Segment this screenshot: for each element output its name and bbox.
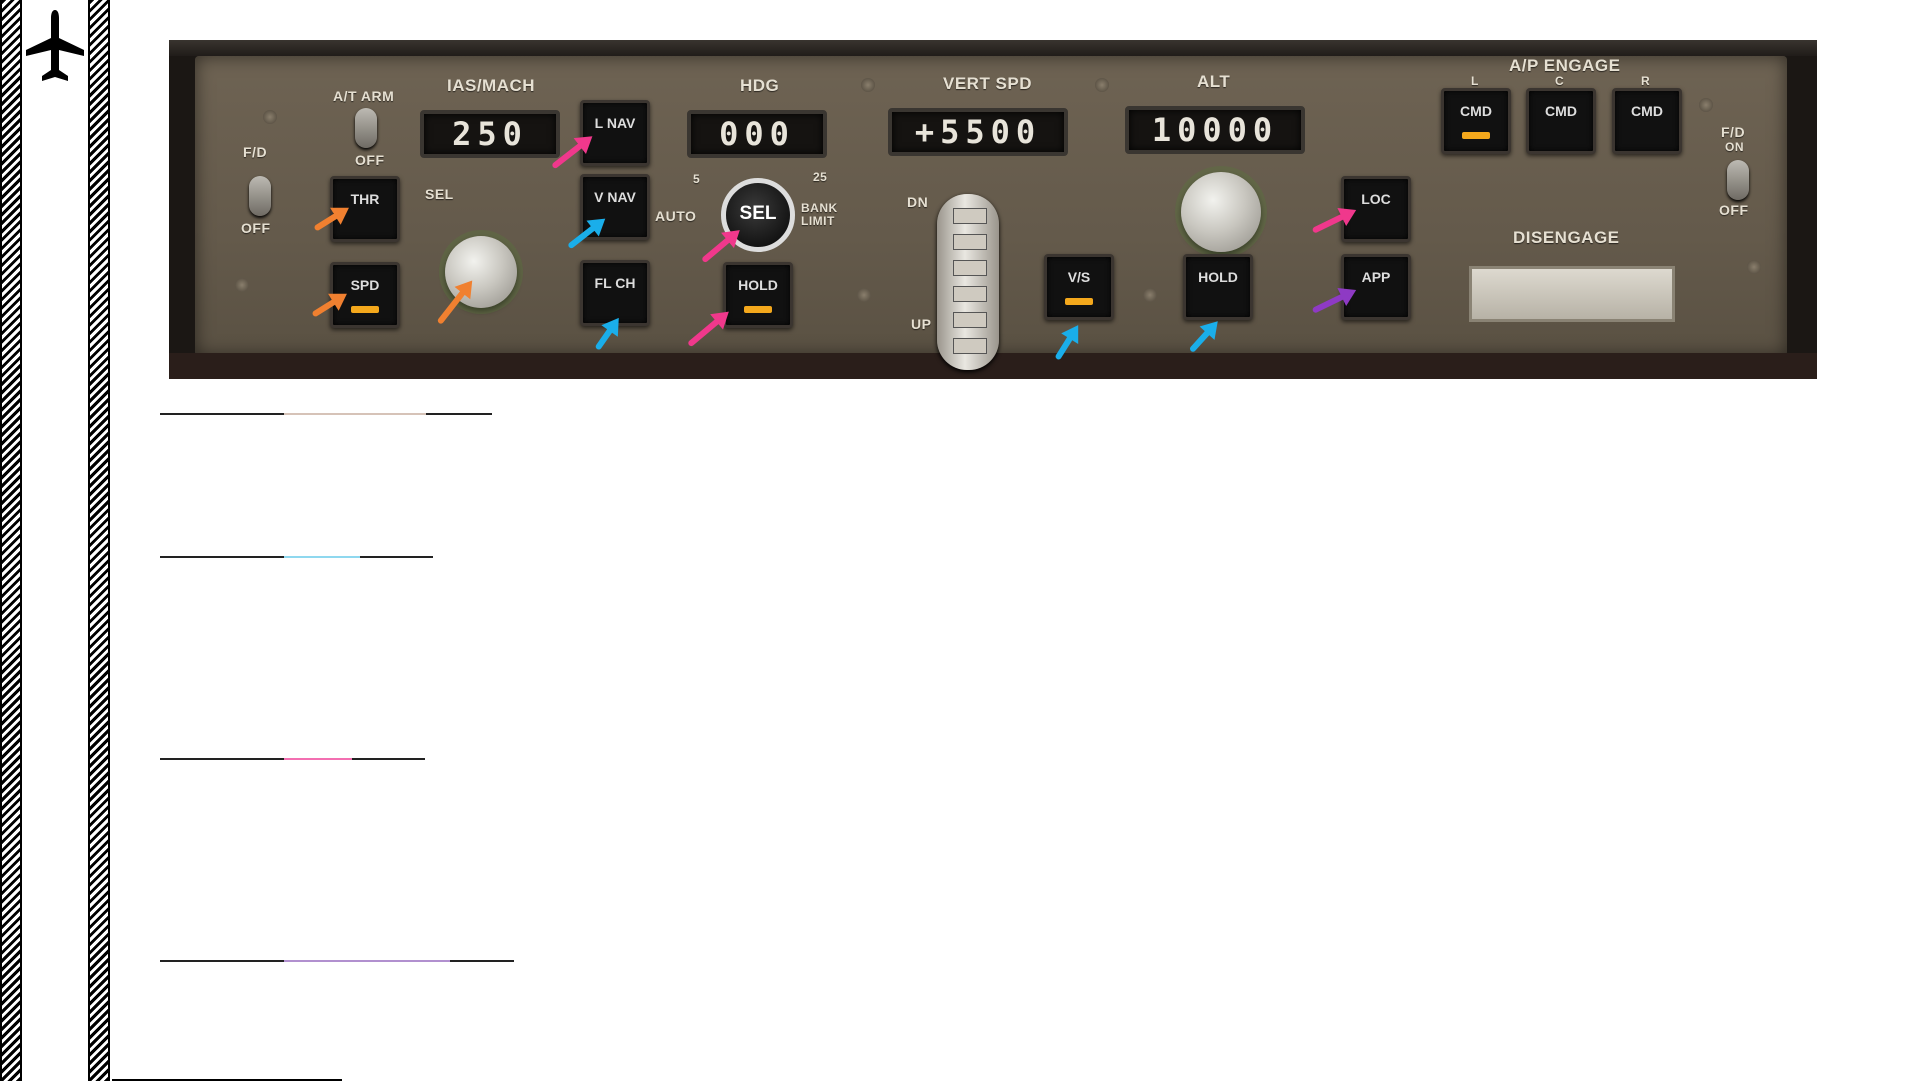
section-rule-pink	[160, 758, 425, 760]
screw	[857, 288, 871, 302]
fd-left-switch[interactable]	[249, 176, 271, 216]
airplane-icon	[26, 10, 84, 81]
vert-spd-label: VERT SPD	[943, 74, 1033, 93]
cmd-l-annunciator	[1462, 132, 1490, 139]
right-rail-stripe	[88, 0, 110, 1081]
ias-display: 250	[420, 110, 560, 158]
mcp-panel-image: F/D OFF A/T ARM OFF THR SPD IAS/MACH 250…	[169, 40, 1817, 379]
hdg-label: HDG	[740, 76, 780, 95]
hdg-display: 000	[687, 110, 827, 158]
fd-right-switch[interactable]	[1727, 160, 1749, 200]
vs-thumbwheel[interactable]	[937, 194, 999, 370]
cmd-c-button[interactable]: CMD	[1526, 88, 1596, 154]
screw	[1699, 98, 1713, 112]
fd-left-off-label: OFF	[241, 220, 271, 236]
spd-annunciator	[351, 306, 379, 313]
at-arm-switch[interactable]	[355, 108, 377, 148]
section-rule-blue	[160, 556, 433, 558]
hdg-hold-annunciator	[744, 306, 772, 313]
bank-25-label: 25	[813, 170, 828, 184]
fd-right-on-label: ON	[1725, 140, 1744, 154]
fd-right-off-label: OFF	[1719, 202, 1749, 218]
alt-display: 10000	[1125, 106, 1305, 154]
disengage-label: DISENGAGE	[1513, 228, 1620, 247]
screw	[1747, 260, 1761, 274]
screw	[235, 278, 249, 292]
vs-annunciator	[1065, 298, 1093, 305]
vs-dn-label: DN	[907, 194, 929, 210]
vs-button-label: V/S	[1067, 269, 1091, 285]
at-off-label: OFF	[355, 152, 385, 168]
ias-mach-label: IAS/MACH	[447, 76, 536, 95]
cmd-l-label: CMD	[1460, 103, 1492, 119]
spd-button-label: SPD	[350, 277, 380, 293]
at-arm-label: A/T ARM	[333, 88, 395, 104]
section-rule-orange	[160, 413, 492, 415]
cmd-r-button[interactable]: CMD	[1612, 88, 1682, 154]
bank-limit-label: BANK LIMIT	[801, 201, 838, 228]
cmd-l-button[interactable]: CMD	[1441, 88, 1511, 154]
ap-l-label: L	[1471, 74, 1479, 88]
alt-label: ALT	[1197, 72, 1231, 91]
screw	[263, 110, 277, 124]
panel-top-bezel	[169, 40, 1817, 56]
bank-5-label: 5	[693, 172, 701, 186]
alt-hold-button[interactable]: HOLD	[1183, 254, 1253, 320]
ap-disengage-bar[interactable]	[1469, 266, 1675, 322]
fd-right-label: F/D	[1721, 124, 1746, 140]
hdg-hold-label: HOLD	[738, 277, 778, 293]
alt-knob[interactable]	[1181, 172, 1261, 252]
ias-sel-label: SEL	[425, 186, 454, 202]
bank-auto-label: AUTO	[655, 208, 697, 224]
vert-spd-display: +5500	[888, 108, 1068, 156]
screw	[1095, 78, 1109, 92]
ap-engage-label: A/P ENGAGE	[1509, 56, 1621, 75]
left-rail-stripe	[0, 0, 22, 1081]
section-rule-purple	[160, 960, 514, 962]
fd-left-label: F/D	[243, 144, 268, 160]
vs-up-label: UP	[911, 316, 932, 332]
screw	[861, 78, 875, 92]
ap-c-label: C	[1555, 74, 1565, 88]
screw	[1143, 288, 1157, 302]
vs-button[interactable]: V/S	[1044, 254, 1114, 320]
ap-r-label: R	[1641, 74, 1651, 88]
